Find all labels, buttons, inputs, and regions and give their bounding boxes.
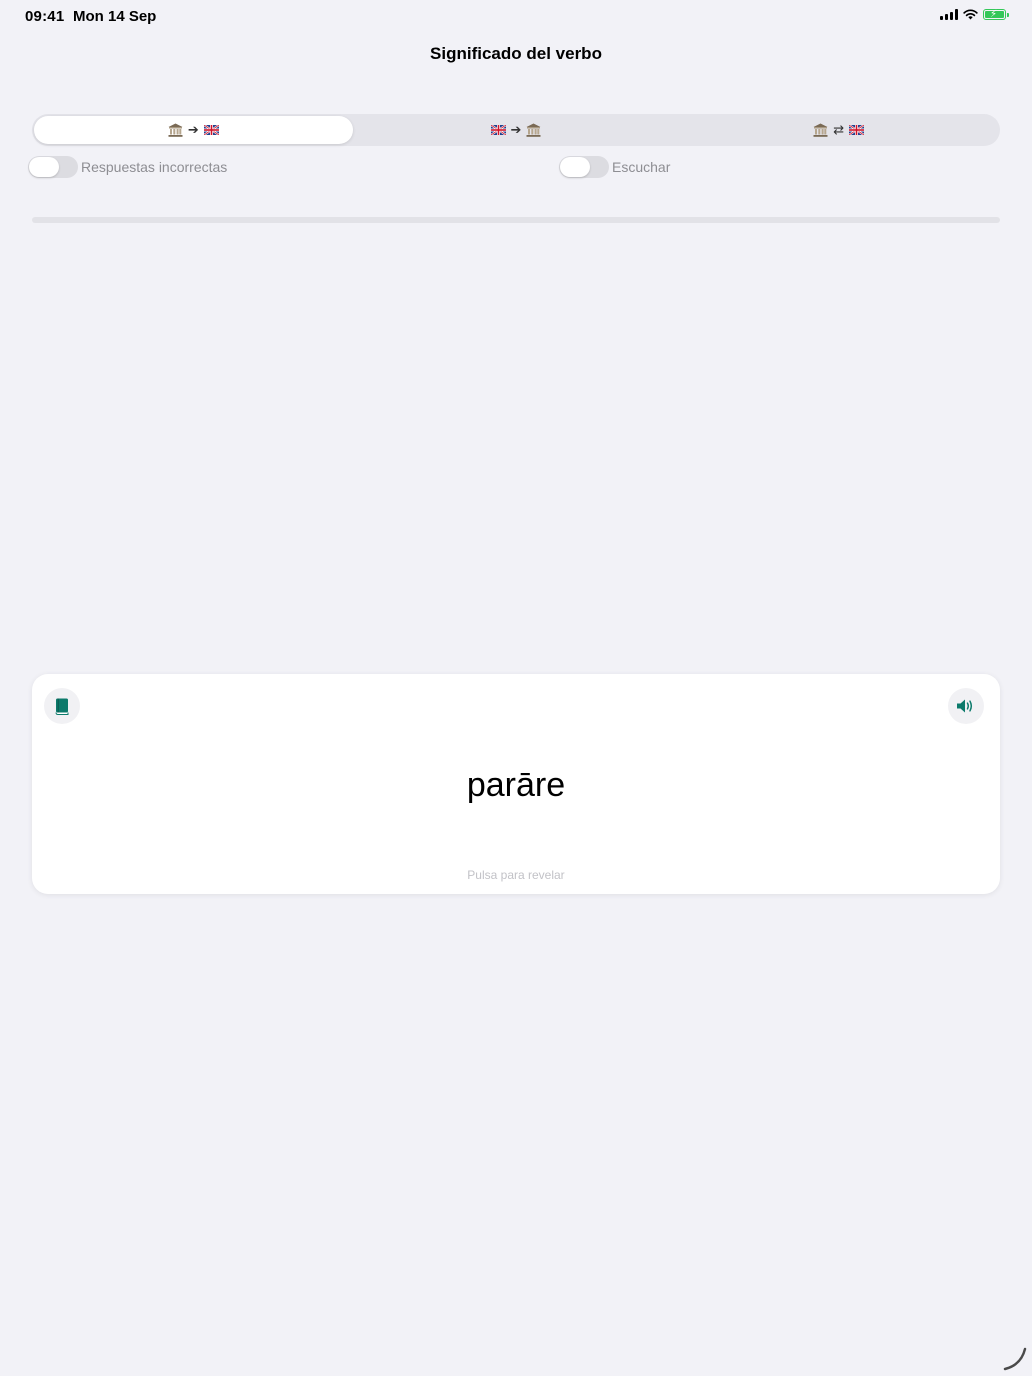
- temple-icon: [813, 123, 828, 137]
- listen-switch[interactable]: [559, 156, 609, 178]
- incorrect-answers-label: Respuestas incorrectas: [81, 159, 228, 175]
- uk-flag-icon: [490, 125, 506, 135]
- progress-bar: [32, 217, 1000, 223]
- temple-icon: [168, 123, 183, 137]
- status-indicators: ⚡: [940, 9, 1009, 20]
- segment-latin-to-english[interactable]: ➔: [34, 116, 353, 144]
- uk-flag-icon: [203, 125, 219, 135]
- segment-mixed-direction[interactable]: ⇄: [679, 116, 998, 144]
- segment-english-to-latin[interactable]: ➔: [357, 116, 676, 144]
- status-date: Mon 14 Sep: [73, 8, 157, 25]
- listen-toggle-row: Escuchar: [559, 156, 670, 178]
- flashcard[interactable]: parāre Pulsa para revelar: [32, 674, 1000, 894]
- arrow-right-icon: ➔: [510, 122, 522, 137]
- battery-charging-icon: ⚡: [983, 9, 1009, 20]
- wifi-icon: [963, 9, 978, 20]
- incorrect-answers-toggle-row: Respuestas incorrectas: [28, 156, 227, 178]
- arrow-right-icon: ➔: [187, 122, 199, 137]
- page-title: Significado del verbo: [430, 44, 602, 63]
- pronounce-button[interactable]: [948, 688, 984, 724]
- temple-icon: [526, 123, 541, 137]
- status-time: 09:41: [25, 8, 65, 25]
- listen-label: Escuchar: [612, 159, 671, 175]
- tap-to-reveal-hint: Pulsa para revelar: [467, 868, 565, 882]
- flashcard-word: parāre: [466, 766, 566, 804]
- uk-flag-icon: [849, 125, 865, 135]
- swap-arrows-icon: ⇄: [833, 122, 845, 137]
- status-bar: 09:41 Mon 14 Sep ⚡: [0, 0, 1032, 32]
- book-icon: [55, 698, 69, 715]
- direction-segmented-control: ➔ ➔ ⇄: [32, 114, 1000, 146]
- app-screen: 09:41 Mon 14 Sep ⚡ Significado del verbo: [0, 0, 1032, 1376]
- dictionary-button[interactable]: [44, 688, 80, 724]
- cellular-signal-icon: [940, 9, 958, 20]
- incorrect-answers-switch[interactable]: [28, 156, 78, 178]
- resize-corner-icon[interactable]: [1002, 1346, 1028, 1372]
- speaker-icon: [957, 699, 973, 713]
